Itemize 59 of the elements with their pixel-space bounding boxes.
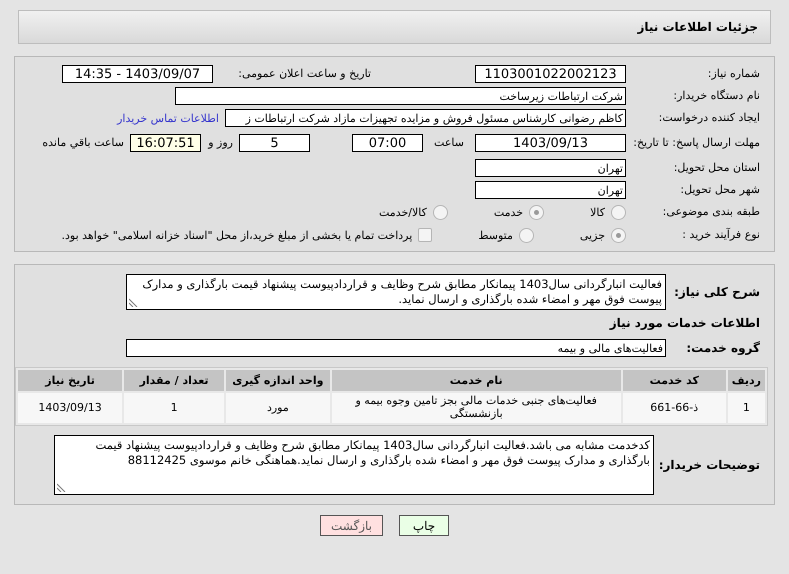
radio-label: خدمت bbox=[494, 206, 524, 218]
days-field[interactable]: 5 bbox=[239, 134, 310, 152]
field-label: نام دستگاه خریدار: bbox=[672, 89, 760, 103]
table-cell: 1403/09/13 bbox=[18, 393, 122, 423]
page-title: جزئیات اطلاعات نیاز bbox=[637, 20, 758, 34]
back-button[interactable]: بازگشت bbox=[320, 515, 383, 536]
field-label: طبقه بندی موضوعی: bbox=[662, 205, 760, 219]
field-label: استان محل تحویل: bbox=[672, 161, 760, 175]
buyer-contact-link[interactable]: اطلاعات تماس خریدار bbox=[117, 112, 219, 124]
column-header: تاریخ نیاز bbox=[18, 370, 122, 391]
city-field[interactable]: تهران bbox=[475, 181, 626, 199]
buyer-name-field[interactable]: شرکت ارتباطات زیرساخت bbox=[175, 87, 626, 105]
field-label: شهر محل تحویل: bbox=[679, 183, 760, 197]
field-label: مهلت ارسال پاسخ: تا تاریخ: bbox=[632, 136, 760, 150]
table-cell: مورد bbox=[226, 393, 330, 423]
radio-label: متوسط bbox=[478, 228, 513, 242]
deadline-time-field[interactable]: 07:00 bbox=[352, 134, 423, 152]
field-label: توضیحات خریدار: bbox=[660, 458, 760, 472]
column-header: تعداد / مقدار bbox=[124, 370, 224, 391]
radio-label: کالا/خدمت bbox=[379, 206, 427, 218]
resize-grip-icon bbox=[129, 298, 138, 307]
field-label: شرح کلی نیاز: bbox=[673, 284, 760, 300]
field-label: ایجاد کننده درخواست: bbox=[658, 111, 760, 125]
table-cell: فعالیت‌های جنبی خدمات مالی بجز تامین وجوه بیمه و بازنشستگی bbox=[332, 393, 621, 423]
service-group-field[interactable]: فعالیت‌های مالی و بیمه bbox=[126, 339, 666, 357]
table-cell: 1 bbox=[124, 393, 224, 423]
deadline-date-field[interactable]: 1403/09/13 bbox=[475, 134, 626, 152]
column-header: نام خدمت bbox=[332, 370, 621, 391]
field-label: روز و bbox=[207, 136, 233, 150]
table-cell: 1 bbox=[728, 393, 765, 423]
radio-label: جزیی bbox=[580, 228, 605, 242]
checkbox-label: پرداخت تمام یا بخشی از مبلغ خرید،از محل "اسناد خزانه اسلامی" خواهد بود. bbox=[62, 228, 412, 242]
column-header: واحد اندازه گیری bbox=[226, 370, 330, 391]
remaining-time-field[interactable]: 16:07:51 bbox=[130, 134, 201, 152]
creator-field[interactable]: کاظم رضوانی کارشناس مسئول فروش و مزایده تجهیزات مازاد شرکت ارتباطات ز bbox=[225, 109, 626, 127]
table-cell: ذ-66-661 bbox=[622, 393, 726, 423]
field-label: نوع فرآیند خرید : bbox=[681, 228, 760, 242]
radio-button[interactable] bbox=[611, 204, 626, 220]
announce-date-field[interactable]: 1403/09/07 - 14:35 bbox=[62, 65, 213, 83]
radio-button[interactable] bbox=[518, 228, 534, 242]
field-label: گروه خدمت: bbox=[685, 340, 760, 356]
radio-button[interactable] bbox=[432, 204, 448, 220]
field-label: تاریخ و ساعت اعلان عمومی: bbox=[237, 67, 371, 81]
column-header: کد خدمت bbox=[622, 370, 726, 391]
column-header: ردیف bbox=[728, 370, 765, 391]
radio-button[interactable] bbox=[611, 228, 626, 242]
field-label: شماره نیاز: bbox=[706, 67, 760, 81]
radio-label: کالا bbox=[590, 206, 605, 218]
radio-button[interactable] bbox=[529, 204, 544, 220]
section-title: اطلاعات خدمات مورد نیاز bbox=[608, 316, 760, 330]
field-label: ساعت bbox=[433, 136, 465, 150]
need-number-field[interactable]: 1103001022002123 bbox=[475, 65, 626, 83]
description-text-area[interactable]: فعالیت انبارگردانی سال1403 پیمانکار مطابق شرح وظایف و قراردادپیوست پیشنهاد قیمت بارگذاری و مدارک پیوست فوق مهر و امضاء شده بارگذاری و ارسال نماید. bbox=[126, 274, 666, 310]
field-label: ساعت باقي مانده bbox=[44, 136, 124, 150]
buyer-notes-text-area[interactable]: کدخدمت مشابه می باشد.فعالیت انبارگردانی سال1403 پیمانکار مطابق شرح وظایف و قراردادپیوست پیشنهاد قیمت بارگذاری و مدارک پیوست فوق مهر و امضاء شده بارگذاری و ارسال نماید.هماهنگی خانم موسوی 88112425 bbox=[54, 435, 654, 495]
resize-grip-icon bbox=[57, 483, 66, 492]
province-field[interactable]: تهران bbox=[475, 159, 626, 177]
checkbox[interactable] bbox=[418, 228, 432, 242]
print-button[interactable]: چاپ bbox=[399, 515, 449, 536]
